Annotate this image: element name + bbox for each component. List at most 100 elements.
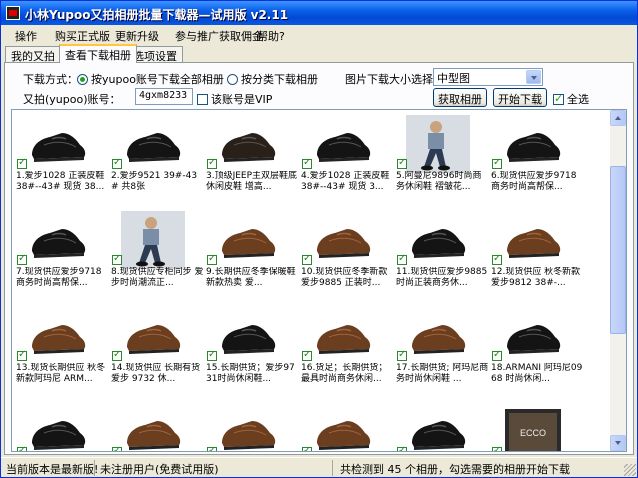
radio-all-albums[interactable]: 按yupoo账号下载全部相册	[77, 71, 224, 87]
radio-by-category[interactable]: 按分类下载相册	[227, 71, 318, 87]
start-download-button[interactable]: 开始下载	[493, 88, 547, 107]
tab-view-albums[interactable]: 查看下载相册	[59, 44, 137, 63]
album-checkbox[interactable]	[17, 253, 27, 265]
album-thumbnail[interactable]	[311, 211, 375, 269]
menu-help[interactable]: 帮助?	[257, 28, 285, 44]
album-item[interactable]: 12.现货供应 秋冬新款 爱步9812 38#-...	[491, 208, 586, 308]
album-checkbox[interactable]	[302, 253, 312, 265]
scroll-thumb[interactable]	[610, 166, 626, 334]
album-thumbnail[interactable]	[406, 211, 470, 269]
album-checkbox[interactable]	[492, 253, 502, 265]
menu-buy[interactable]: 购买正式版	[55, 28, 110, 44]
tab-strip: 我的又拍 查看下载相册 选项设置	[1, 44, 637, 63]
album-checkbox[interactable]	[17, 157, 27, 169]
album-item[interactable]	[206, 400, 301, 451]
album-checkbox[interactable]	[112, 349, 122, 361]
album-item[interactable]: 4.爱步1028 正装皮鞋38#--43# 现货 3...	[301, 112, 396, 212]
album-thumbnail[interactable]	[26, 403, 90, 451]
account-input[interactable]: 4gxm8233	[135, 88, 193, 105]
album-checkbox[interactable]	[207, 445, 217, 451]
album-checkbox[interactable]	[112, 157, 122, 169]
album-thumbnail[interactable]	[406, 115, 470, 173]
album-item[interactable]: 2.爱步9521 39#-43# 共8张	[111, 112, 206, 212]
album-thumbnail[interactable]	[501, 211, 565, 269]
album-checkbox[interactable]	[302, 445, 312, 451]
album-thumbnail[interactable]	[216, 307, 280, 365]
album-thumbnail[interactable]	[501, 307, 565, 365]
album-item[interactable]: 1.爱步1028 正装皮鞋38#--43# 现货 38...	[16, 112, 111, 212]
album-checkbox[interactable]	[397, 349, 407, 361]
album-checkbox[interactable]	[492, 349, 502, 361]
album-checkbox[interactable]	[492, 157, 502, 169]
resize-grip-icon[interactable]	[624, 464, 636, 476]
album-thumbnail[interactable]	[26, 115, 90, 173]
chevron-down-icon[interactable]	[526, 70, 541, 84]
app-icon	[6, 6, 20, 20]
menu-update[interactable]: 更新升级	[115, 28, 159, 44]
album-checkbox[interactable]	[112, 253, 122, 265]
album-item[interactable]: ECCO	[491, 400, 586, 451]
album-thumbnail[interactable]: ECCO	[501, 403, 565, 451]
tab-my-yupoo[interactable]: 我的又拍	[5, 46, 61, 63]
album-checkbox[interactable]	[302, 157, 312, 169]
album-thumbnail[interactable]	[311, 307, 375, 365]
album-item[interactable]: 8.现货供应专柜同步 爱步时尚潮流正...	[111, 208, 206, 308]
album-checkbox[interactable]	[207, 349, 217, 361]
menu-affiliate[interactable]: 参与推广获取佣金	[175, 28, 263, 44]
album-item[interactable]	[396, 400, 491, 451]
vertical-scrollbar[interactable]	[610, 110, 626, 451]
album-checkbox[interactable]	[492, 445, 502, 451]
album-thumbnail[interactable]	[26, 307, 90, 365]
album-thumbnail[interactable]	[311, 403, 375, 451]
album-thumbnail[interactable]	[501, 115, 565, 173]
scroll-up-icon[interactable]	[610, 110, 626, 126]
vip-checkbox[interactable]: 该账号是VIP	[197, 91, 272, 107]
album-item[interactable]: 10.现货供应冬季新款爱步9885 正装时...	[301, 208, 396, 308]
album-item[interactable]: 17.长期供货; 阿玛尼商务时尚休闲鞋 ...	[396, 304, 491, 404]
fetch-albums-button[interactable]: 获取相册	[433, 88, 487, 107]
album-thumbnail[interactable]	[406, 403, 470, 451]
album-checkbox[interactable]	[397, 445, 407, 451]
album-thumbnail[interactable]	[121, 403, 185, 451]
album-item[interactable]: 16.货足；长期供货；最具时尚商务休闲...	[301, 304, 396, 404]
album-thumbnail[interactable]	[121, 211, 185, 269]
album-checkbox[interactable]	[17, 349, 27, 361]
album-item[interactable]: 14.现货供应 长期有货 爱步 9732 休...	[111, 304, 206, 404]
album-checkbox[interactable]	[17, 445, 27, 451]
album-thumbnail[interactable]	[26, 211, 90, 269]
album-item[interactable]: 6.现货供应爱步9718商务时尚高帮保...	[491, 112, 586, 212]
album-item[interactable]: 13.现货长期供应 秋冬新款阿玛尼 ARM...	[16, 304, 111, 404]
album-checkbox[interactable]	[207, 253, 217, 265]
vip-label: 该账号是VIP	[211, 93, 273, 106]
album-thumbnail[interactable]	[311, 115, 375, 173]
status-album-count: 共检测到 45 个相册，勾选需要的相册开始下载	[340, 463, 570, 476]
album-item[interactable]	[301, 400, 396, 451]
album-item[interactable]: 7.现货供应爱步9718商务时尚高帮保...	[16, 208, 111, 308]
album-checkbox[interactable]	[302, 349, 312, 361]
album-item[interactable]: 11.现货供应爱步9885时尚正装商务休...	[396, 208, 491, 308]
album-item[interactable]	[16, 400, 111, 451]
image-size-select[interactable]: 中型图	[433, 68, 543, 86]
album-item[interactable]: 9.长期供应冬季保暖鞋新款热卖 爱...	[206, 208, 301, 308]
select-all-checkbox[interactable]: 全选	[553, 91, 589, 107]
album-thumbnail[interactable]	[216, 403, 280, 451]
main-panel: 下载方式： 按yupoo账号下载全部相册 按分类下载相册 图片下载大小选择： 中…	[4, 62, 634, 455]
album-checkbox[interactable]	[397, 157, 407, 169]
album-item[interactable]: 15.长期供货；爱步9731时尚休闲鞋...	[206, 304, 301, 404]
album-item[interactable]	[111, 400, 206, 451]
album-item[interactable]: 5.阿曼尼9896时尚商务休闲鞋 褶皱花...	[396, 112, 491, 212]
album-item[interactable]: 3.顶级JEEP主双层鞋底休闲皮鞋 增高...	[206, 112, 301, 212]
scroll-down-icon[interactable]	[610, 435, 626, 451]
album-thumbnail[interactable]	[216, 115, 280, 173]
album-thumbnail[interactable]	[121, 307, 185, 365]
album-checkbox[interactable]	[397, 253, 407, 265]
album-thumbnail[interactable]	[406, 307, 470, 365]
album-thumbnail[interactable]	[216, 211, 280, 269]
album-item[interactable]: 18.ARMANI 阿玛尼0968 时尚休闲...	[491, 304, 586, 404]
album-thumbnail[interactable]	[121, 115, 185, 173]
select-all-label: 全选	[567, 93, 589, 106]
title-bar[interactable]: 小林Yupoo又拍相册批量下载器—试用版 v2.11	[1, 1, 637, 25]
album-checkbox[interactable]	[112, 445, 122, 451]
menu-operate[interactable]: 操作	[15, 28, 37, 44]
album-checkbox[interactable]	[207, 157, 217, 169]
